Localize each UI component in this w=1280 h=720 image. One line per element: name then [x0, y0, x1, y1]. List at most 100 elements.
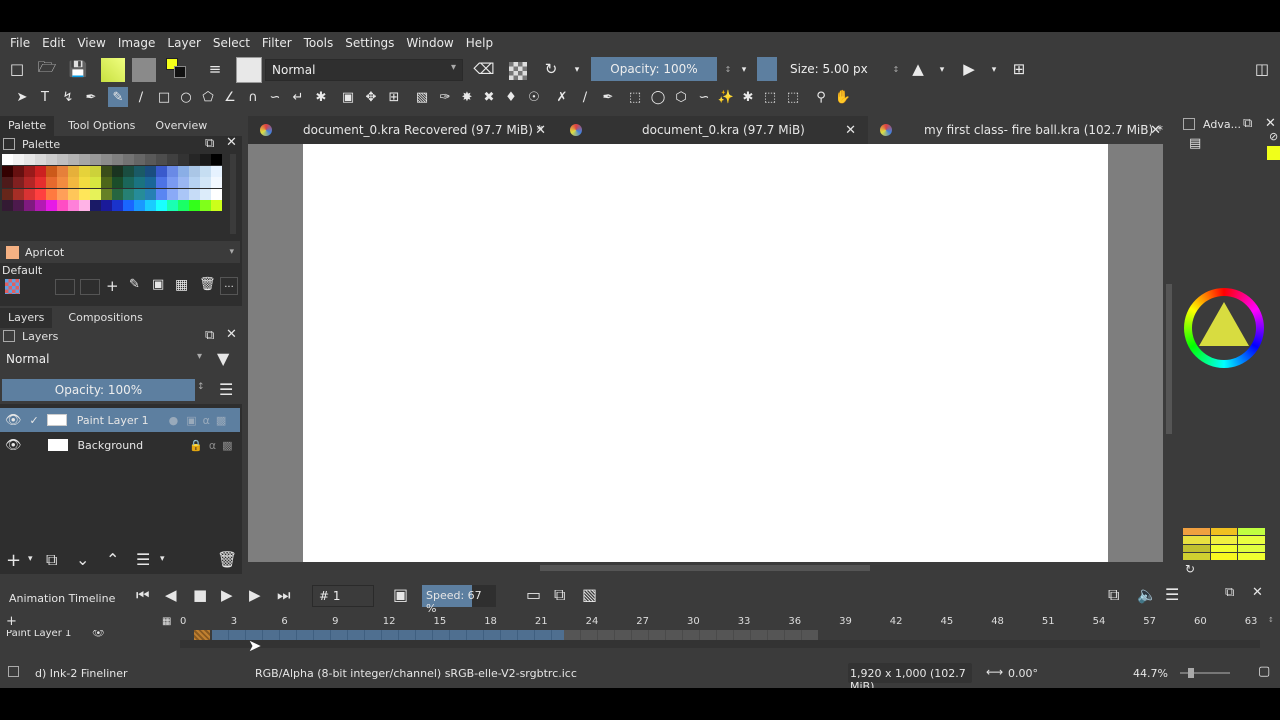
spin-arrows-icon[interactable]: ↕	[886, 59, 906, 79]
layer-blend-mode-select[interactable]: Normal ▾	[0, 349, 208, 371]
current-frame-input[interactable]: # 1	[312, 585, 374, 607]
spin-arrows-icon[interactable]: ↕	[197, 382, 205, 392]
color-swatch[interactable]	[101, 154, 112, 165]
close-icon[interactable]: ✕	[1252, 585, 1263, 600]
scrollbar-thumb[interactable]	[540, 565, 870, 571]
pattern-swatch[interactable]	[132, 58, 156, 82]
color-swatch[interactable]	[145, 165, 156, 177]
save-icon[interactable]: 💾	[67, 58, 89, 80]
vertical-scrollbar[interactable]	[1163, 144, 1175, 562]
tab-layers[interactable]: Layers	[0, 308, 53, 328]
auto-key-icon[interactable]: ▧	[582, 585, 597, 604]
previous-frame-icon[interactable]: ◀	[165, 586, 177, 604]
color-swatch[interactable]	[2, 200, 13, 211]
menu-edit[interactable]: Edit	[36, 36, 71, 50]
dimensions-box[interactable]: 1,920 x 1,000 (102.7 MiB)	[848, 663, 972, 688]
transparency-icon[interactable]: ▩	[222, 439, 232, 452]
stop-icon[interactable]: ■	[193, 586, 207, 604]
close-icon[interactable]: ✕	[535, 123, 546, 138]
eraser-icon[interactable]: ⌫	[473, 58, 495, 80]
ellipse-select-icon[interactable]: ◯	[648, 87, 668, 107]
background-color-icon[interactable]	[174, 66, 186, 78]
layer-row[interactable]: 👁 Background 🔒 α ▩	[0, 433, 240, 457]
color-swatch[interactable]	[46, 154, 57, 165]
frame-range[interactable]	[212, 630, 564, 640]
color-swatch[interactable]	[2, 188, 13, 200]
dynamic-brush-icon[interactable]: ↵	[288, 87, 308, 107]
color-swatch[interactable]	[189, 188, 200, 200]
fullscreen-icon[interactable]: ▢	[1258, 664, 1270, 679]
color-swatch[interactable]	[178, 165, 189, 177]
color-swatch[interactable]	[35, 165, 46, 177]
color-swatch[interactable]	[57, 188, 68, 200]
polyline-tool-icon[interactable]: ∠	[220, 87, 240, 107]
color-swatch[interactable]	[35, 200, 46, 211]
freehand-brush-icon[interactable]: ✎	[108, 87, 128, 107]
lock-icon[interactable]: 🔒	[189, 439, 203, 452]
color-swatch[interactable]	[35, 188, 46, 200]
color-picker-icon[interactable]: ✑	[435, 87, 455, 107]
timeline-scrollbar[interactable]	[180, 640, 1260, 648]
colorize-mask-icon[interactable]: ✖	[479, 87, 499, 107]
menu-window[interactable]: Window	[400, 36, 459, 50]
color-swatch[interactable]	[101, 177, 112, 188]
color-swatch[interactable]	[189, 154, 200, 165]
color-swatch[interactable]	[101, 165, 112, 177]
color-swatch[interactable]	[46, 188, 57, 200]
menu-image[interactable]: Image	[112, 36, 162, 50]
color-swatch[interactable]	[79, 200, 90, 211]
color-swatch[interactable]	[211, 154, 222, 165]
scrollbar-thumb[interactable]	[1166, 284, 1172, 434]
alpha-lock-icon[interactable]: α	[209, 439, 216, 452]
canvas-page[interactable]	[303, 144, 1108, 562]
tab-compositions[interactable]: Compositions	[60, 308, 150, 328]
color-swatch[interactable]	[189, 165, 200, 177]
checkmark-icon[interactable]: ✓	[30, 414, 39, 427]
color-swatch[interactable]	[134, 200, 145, 211]
color-swatch[interactable]	[112, 188, 123, 200]
color-swatch[interactable]	[211, 200, 222, 211]
fill-tool-icon[interactable]: ♦	[501, 87, 521, 107]
color-swatch[interactable]	[46, 165, 57, 177]
menu-view[interactable]: View	[71, 36, 111, 50]
color-swatch[interactable]	[156, 165, 167, 177]
transform-icon[interactable]: ▣	[338, 87, 358, 107]
color-swatch[interactable]	[145, 154, 156, 165]
zoom-slider[interactable]	[1180, 668, 1230, 678]
color-swatch[interactable]	[134, 154, 145, 165]
more-icon[interactable]: ...	[220, 277, 238, 295]
chevron-down-icon[interactable]: ▾	[28, 554, 33, 564]
color-swatch[interactable]	[68, 188, 79, 200]
color-history-icon[interactable]: ⊘	[1269, 130, 1278, 143]
ellipse-tool-icon[interactable]: ○	[176, 87, 196, 107]
layer-properties-icon[interactable]: ☰	[136, 550, 150, 569]
reload-preset-icon[interactable]: ↻	[540, 58, 562, 80]
color-triangle[interactable]	[1199, 302, 1249, 346]
speed-slider[interactable]: Speed: 67 %	[422, 585, 496, 615]
transparency-icon[interactable]: ▩	[216, 414, 226, 427]
color-swatch[interactable]	[57, 154, 68, 165]
color-swatch[interactable]	[156, 200, 167, 211]
color-swatch[interactable]	[156, 177, 167, 188]
eye-icon[interactable]: 👁	[5, 413, 22, 428]
zoom-value[interactable]: 44.7%	[1133, 667, 1168, 680]
layer-opacity-slider[interactable]: Opacity: 100%	[2, 379, 195, 401]
color-swatch[interactable]	[68, 154, 79, 165]
first-frame-icon[interactable]: ⏮	[136, 586, 150, 604]
gradient-swatch[interactable]	[101, 58, 125, 82]
color-swatch[interactable]	[101, 188, 112, 200]
color-swatch[interactable]	[68, 165, 79, 177]
menu-layer[interactable]: Layer	[161, 36, 206, 50]
color-swatch[interactable]	[134, 188, 145, 200]
move-tool-icon[interactable]: ✥	[361, 87, 381, 107]
duplicate-layer-icon[interactable]: ⧉	[46, 550, 57, 570]
color-swatch[interactable]	[156, 154, 167, 165]
selection-icon[interactable]	[8, 666, 19, 677]
color-swatch[interactable]	[200, 200, 211, 211]
delete-icon[interactable]: 🗑	[199, 277, 216, 292]
frame-ruler[interactable]: 0 3 6 9 12 15 18 21 24 27 30 33 36 39 42 45 48 51 54 57 60 63	[180, 616, 1270, 628]
menu-select[interactable]: Select	[207, 36, 256, 50]
color-space-label[interactable]: RGB/Alpha (8-bit integer/channel) sRGB-e…	[255, 667, 577, 680]
refresh-icon[interactable]: ↻	[1185, 562, 1195, 576]
crop-tool-icon[interactable]: ⊞	[384, 87, 404, 107]
